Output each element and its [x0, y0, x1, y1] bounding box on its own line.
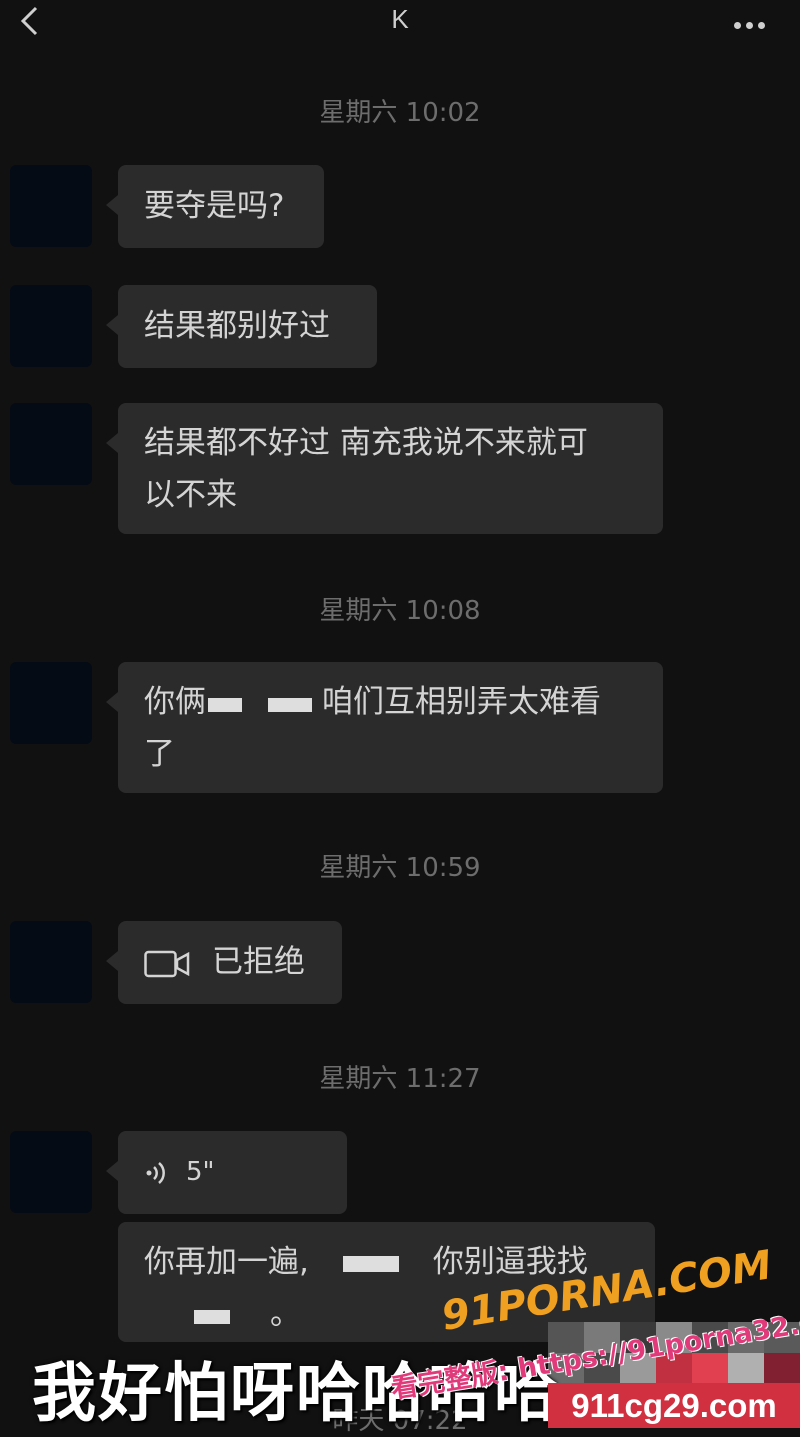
message-bubble[interactable]: 结果都不好过 南充我说不来就可 以不来	[106, 403, 663, 534]
timestamp: 星期六 10:08	[319, 596, 481, 626]
chat-header: K	[0, 0, 800, 44]
watermark-site: 911cg29.com	[548, 1383, 800, 1428]
video-call-bubble[interactable]: 已拒绝	[106, 921, 342, 1004]
timestamp: 星期六 10:59	[319, 853, 481, 883]
message-bubble[interactable]: 要夺是吗?	[106, 165, 324, 248]
redacted-block	[268, 698, 312, 712]
avatar[interactable]	[10, 662, 92, 744]
message-text: 咱们互相别弄太难看	[322, 684, 601, 720]
message-text-line: 以不来	[144, 477, 237, 513]
message-text: 你俩	[144, 684, 206, 720]
message-bubble[interactable]: 你俩 咱们互相别弄太难看 了	[106, 662, 663, 793]
avatar[interactable]	[10, 403, 92, 485]
voice-message-bubble[interactable]: 5"	[106, 1131, 347, 1214]
video-camera-icon	[144, 950, 190, 977]
avatar[interactable]	[10, 1131, 92, 1213]
call-status-text: 已拒绝	[212, 944, 305, 980]
timestamp: 星期六 10:02	[319, 98, 481, 128]
chat-title: K	[391, 4, 409, 34]
voice-duration: 5"	[186, 1157, 215, 1187]
redacted-block	[208, 698, 242, 712]
redacted-block	[342, 1256, 399, 1272]
avatar[interactable]	[10, 921, 92, 1003]
voice-wave-icon	[146, 1161, 165, 1184]
message-text: 结果都别好过	[144, 308, 330, 344]
message-text-line: 你俩 咱们互相别弄太难看	[144, 676, 637, 728]
timestamp: 星期六 11:27	[319, 1064, 481, 1094]
avatar[interactable]	[10, 285, 92, 367]
message-text: 要夺是吗?	[144, 188, 285, 224]
message-text: 你再加一遍,	[144, 1244, 309, 1280]
message-text: 。	[270, 1296, 301, 1332]
message-text-line: 结果都不好过 南充我说不来就可	[144, 425, 588, 461]
more-dots-icon[interactable]	[734, 14, 774, 29]
message-bubble[interactable]: 结果都别好过	[106, 285, 377, 368]
message-text-line: 了	[144, 736, 175, 772]
redacted-block	[194, 1310, 230, 1324]
avatar[interactable]	[10, 165, 92, 247]
